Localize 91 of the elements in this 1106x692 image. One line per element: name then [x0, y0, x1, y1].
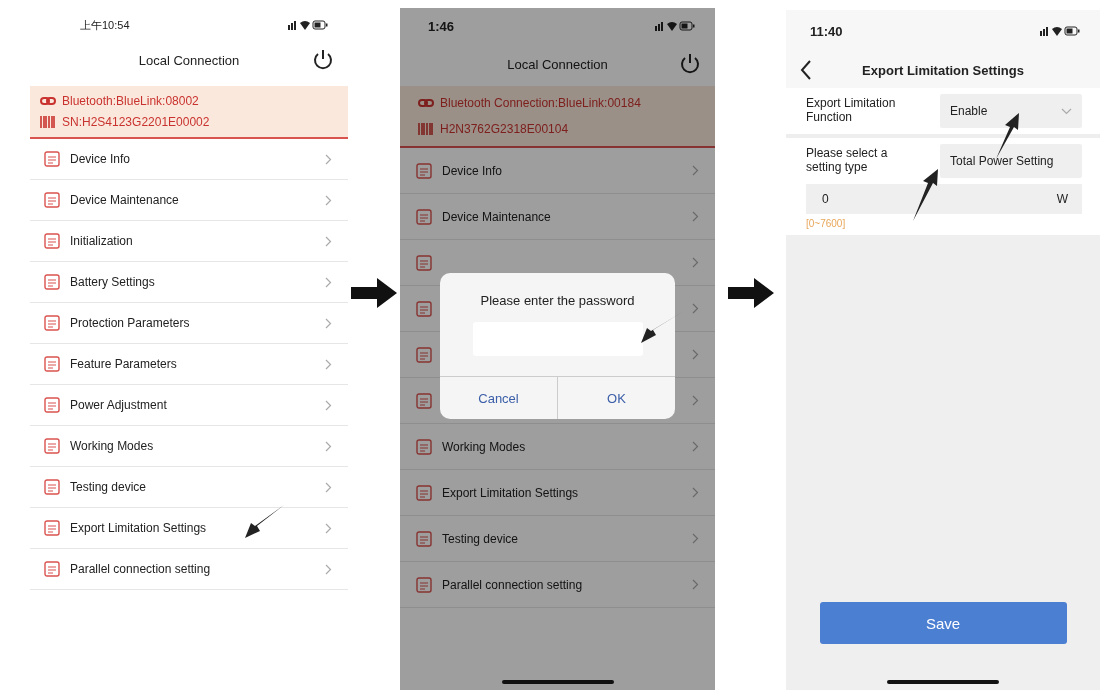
chevron-icon	[692, 441, 699, 452]
power-icon[interactable]	[679, 53, 701, 75]
menu-icon	[44, 315, 60, 331]
screen-title: Local Connection	[138, 52, 240, 68]
barcode-icon	[418, 123, 434, 135]
chevron-icon	[325, 563, 332, 575]
status-time: 1:46	[428, 18, 455, 34]
menu-icon	[44, 438, 60, 454]
menu-label: Battery Settings	[70, 275, 155, 289]
chevron-icon	[325, 235, 332, 247]
menu-icon	[44, 192, 60, 208]
serial-text: SN:H2S4123G2201E00002	[62, 115, 210, 129]
chevron-icon	[325, 153, 332, 165]
chevron-icon	[325, 481, 332, 493]
back-icon[interactable]	[800, 60, 812, 80]
menu-label: Device Maintenance	[442, 209, 551, 224]
menu-icon	[416, 346, 432, 363]
menu-label: Device Info	[442, 163, 503, 178]
menu-icon	[416, 300, 432, 317]
chevron-icon	[692, 579, 699, 590]
save-button[interactable]: Save	[819, 602, 1067, 644]
menu-label: Export Limitation Settings	[442, 485, 579, 500]
menu-icon	[44, 520, 60, 536]
serial-text: H2N3762G2318E00104	[440, 122, 569, 136]
menu-icon	[44, 479, 60, 495]
menu-label: Export Limitation Settings	[70, 521, 207, 535]
menu-icon	[416, 530, 432, 547]
barcode-icon	[40, 116, 56, 128]
input-value: 0	[822, 192, 829, 206]
chevron-icon	[325, 440, 332, 452]
chevron-icon	[325, 399, 332, 411]
bluetooth-text: Bluetooth Connection:BlueLink:00184	[440, 96, 641, 110]
power-input-field[interactable]: 0 W	[806, 184, 1082, 214]
menu-icon	[44, 233, 60, 249]
unit-label: W	[1056, 192, 1068, 206]
power-icon[interactable]	[312, 49, 334, 71]
menu-icon	[44, 397, 60, 413]
password-field[interactable]	[472, 322, 643, 356]
chevron-icon	[325, 276, 332, 288]
screen-title: Local Connection	[507, 56, 608, 72]
chevron-icon	[692, 165, 699, 176]
dialog-button[interactable]: OK	[557, 377, 675, 419]
menu-label: Working Modes	[442, 439, 526, 454]
menu-icon	[416, 392, 432, 409]
dialog-button[interactable]: Cancel	[440, 377, 557, 419]
menu-label: Initialization	[70, 234, 133, 248]
menu-icon	[416, 254, 432, 271]
menu-icon	[44, 151, 60, 167]
menu-label: Power Adjustment	[70, 398, 167, 412]
menu-icon	[416, 438, 432, 455]
link-icon	[418, 99, 434, 107]
chevron-icon	[692, 211, 699, 222]
chevron-icon	[325, 522, 332, 534]
dialog-title: Please enter the password	[480, 293, 635, 308]
screen-title: Export Limitation Settings	[862, 62, 1024, 78]
right-arrow-icon	[727, 278, 774, 308]
menu-icon	[416, 576, 432, 593]
chevron-icon	[692, 533, 699, 544]
menu-label: Parallel connection setting	[70, 562, 211, 576]
menu-label: Feature Parameters	[70, 357, 177, 371]
setting-type-field[interactable]: Total Power Setting	[940, 144, 1082, 178]
status-icons	[288, 19, 328, 31]
status-time: 11:40	[810, 23, 843, 39]
chevron-icon	[325, 358, 332, 370]
menu-label: Testing device	[442, 531, 519, 546]
menu-label: Device Info	[70, 152, 131, 166]
menu-icon	[416, 208, 432, 225]
range-hint: [0~7600]	[806, 218, 847, 229]
status-icons	[1040, 25, 1080, 37]
dropdown-field[interactable]: Enable	[940, 94, 1082, 128]
link-icon	[40, 97, 56, 105]
menu-label: Parallel connection setting	[442, 577, 583, 592]
chevron-icon	[325, 317, 332, 329]
right-arrow-icon	[351, 278, 397, 308]
menu-icon	[44, 356, 60, 372]
menu-icon	[416, 484, 432, 501]
menu-label: Protection Parameters	[70, 316, 190, 330]
menu-label: Testing device	[70, 480, 147, 494]
status-icons	[655, 20, 695, 32]
dropdown-icon	[1061, 107, 1072, 115]
menu-icon	[44, 561, 60, 577]
menu-label: Device Maintenance	[70, 193, 179, 207]
menu-label: Working Modes	[70, 439, 154, 453]
menu-icon	[416, 162, 432, 179]
chevron-icon	[692, 487, 699, 498]
menu-icon	[44, 274, 60, 290]
status-time: 上午10:54	[80, 17, 130, 33]
chevron-icon	[325, 194, 332, 206]
bluetooth-text: Bluetooth:BlueLink:08002	[62, 94, 199, 108]
field-label: Export Limitation Function	[806, 97, 897, 125]
field-label: Please select a setting type	[806, 147, 889, 175]
